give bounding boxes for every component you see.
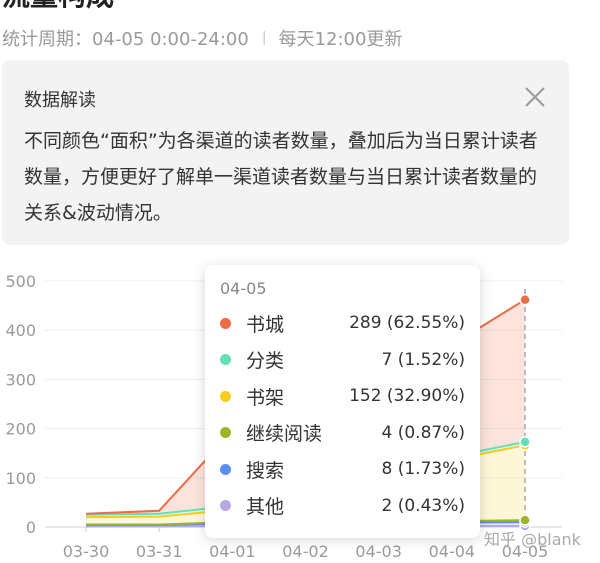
close-icon[interactable] [523,85,547,109]
watermark: 知乎 @blank [484,530,581,549]
data-interpretation-panel: 数据解读 不同颜色“面积”为各渠道的读者数量，叠加后为当日累计读者数量，方便更好… [2,60,569,245]
legend-dot-icon [220,463,231,475]
separator: | [261,30,267,46]
stat-period: 统计周期：04-05 0:00-24:00 | 每天12:00更新 [2,24,402,52]
tooltip-series-value: 8 (1.73%) [381,459,466,479]
tooltip-series-name: 书架 [246,386,285,409]
point-书城 [519,293,531,306]
y-tick-label: 100 [5,469,36,488]
tooltip-series-value: 2 (0.43%) [381,495,466,516]
x-tick-label: 04-03 [355,542,402,561]
x-tick-label: 03-30 [63,542,110,561]
legend-dot-icon [220,354,231,365]
tooltip-row: 继续阅读 4 (0.87%) [220,419,465,447]
legend-dot-icon [220,500,231,511]
legend-dot-icon [220,390,231,402]
tooltip-row: 书架 152 (32.90%) [220,382,465,410]
legend-dot-icon [220,317,231,329]
y-tick-label: 200 [5,420,36,439]
tooltip-series-value: 7 (1.52%) [381,349,466,370]
tooltip-date: 04-05 [220,279,267,298]
tooltip-series-name: 其他 [246,496,285,518]
note-title: 数据解读 [24,90,96,111]
tooltip-row: 其他 2 (0.43%) [220,492,465,520]
tooltip-series-name: 搜索 [246,459,285,482]
point-分类 [519,436,531,448]
y-tick-label: 0 [26,518,36,537]
tooltip-row: 分类 7 (1.52%) [220,346,465,374]
x-tick-label: 04-02 [282,542,329,561]
tooltip-series-value: 152 (32.90%) [349,386,465,406]
x-tick-label: 03-31 [136,542,183,561]
y-tick-label: 300 [5,370,36,389]
tooltip-series-value: 4 (0.87%) [381,422,466,443]
y-tick-label: 500 [5,272,36,291]
chart-tooltip: 04-05 书城 289 (62.55%) 分类 7 (1.52%) 书架 152 (32… [205,265,480,538]
page-title: 流量构成 [2,0,114,14]
x-tick-label: 04-01 [209,542,256,561]
y-tick-label: 400 [5,321,36,340]
tooltip-series-name: 分类 [246,350,285,372]
tooltip-series-value: 289 (62.55%) [349,313,465,333]
tooltip-series-name: 继续阅读 [246,423,323,445]
tooltip-row: 书城 289 (62.55%) [220,309,465,337]
period-label: 统计周期：04-05 0:00-24:00 [2,29,249,50]
tooltip-series-name: 书城 [246,313,285,336]
update-note: 每天12:00更新 [278,29,403,50]
tooltip-row: 搜索 8 (1.73%) [220,455,465,483]
x-tick-label: 04-04 [429,542,476,561]
note-body: 不同颜色“面积”为各渠道的读者数量，叠加后为当日累计读者数量，方便更好了解单一渠… [24,130,538,224]
legend-dot-icon [220,427,231,438]
point-继续阅读 [519,514,531,526]
